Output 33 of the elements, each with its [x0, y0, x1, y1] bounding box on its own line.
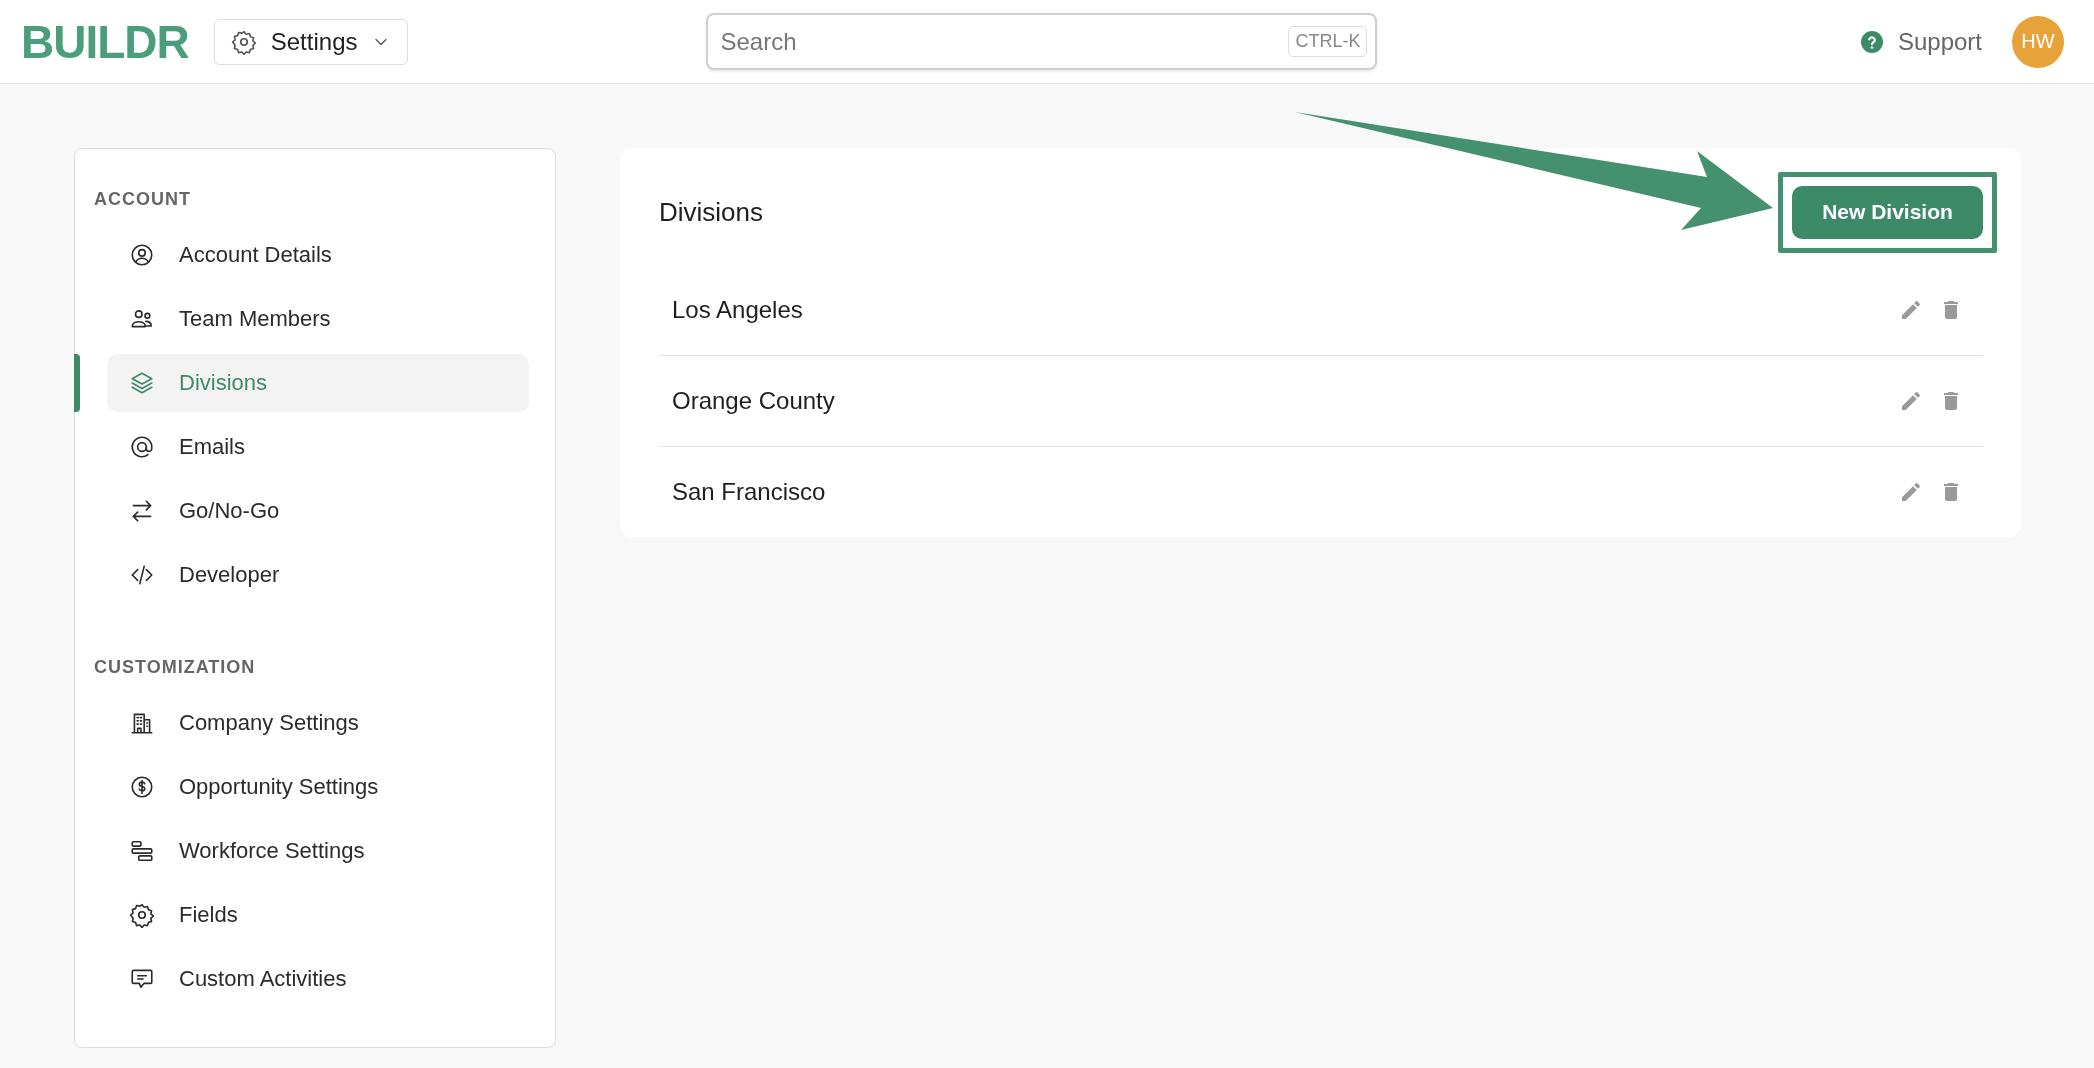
help-icon: [1859, 29, 1884, 54]
sidebar-item[interactable]: Account Details: [107, 226, 529, 284]
settings-menu-button[interactable]: Settings: [213, 18, 409, 65]
pencil-icon[interactable]: [1899, 389, 1923, 413]
pencil-icon[interactable]: [1899, 298, 1923, 322]
sidebar-item[interactable]: Fields: [107, 886, 529, 944]
pencil-icon[interactable]: [1899, 480, 1923, 504]
active-indicator: [74, 354, 80, 412]
sidebar-item[interactable]: Workforce Settings: [107, 822, 529, 880]
gear-icon: [230, 28, 257, 55]
sidebar-item[interactable]: Company Settings: [107, 694, 529, 752]
shortcut-hint: CTRL-K: [1288, 26, 1368, 57]
panel-title: Divisions: [659, 196, 764, 228]
sidebar-item[interactable]: Divisions: [107, 354, 529, 412]
sidebar-item[interactable]: Go/No-Go: [107, 482, 529, 540]
layers-icon: [129, 370, 155, 396]
at-sign-icon: [129, 434, 155, 460]
new-division-button[interactable]: New Division: [1792, 185, 1983, 239]
sidebar-item[interactable]: Developer: [107, 546, 529, 604]
sidebar-item[interactable]: Custom Activities: [107, 950, 529, 1008]
bars-icon: [129, 838, 155, 864]
sidebar-item[interactable]: Emails: [107, 418, 529, 476]
section-heading: ACCOUNT: [93, 188, 192, 211]
division-name: Los Angeles: [672, 296, 804, 324]
support-link[interactable]: Support: [1859, 27, 1982, 56]
sidebar-item[interactable]: Opportunity Settings: [107, 758, 529, 816]
user-circle-icon: [129, 242, 155, 268]
sidebar-item[interactable]: Team Members: [107, 290, 529, 348]
dollar-icon: [129, 774, 155, 800]
gear-icon: [129, 902, 155, 928]
division-name: San Francisco: [672, 478, 827, 506]
section-heading: CUSTOMIZATION: [93, 656, 257, 679]
division-name: Orange County: [672, 387, 836, 415]
